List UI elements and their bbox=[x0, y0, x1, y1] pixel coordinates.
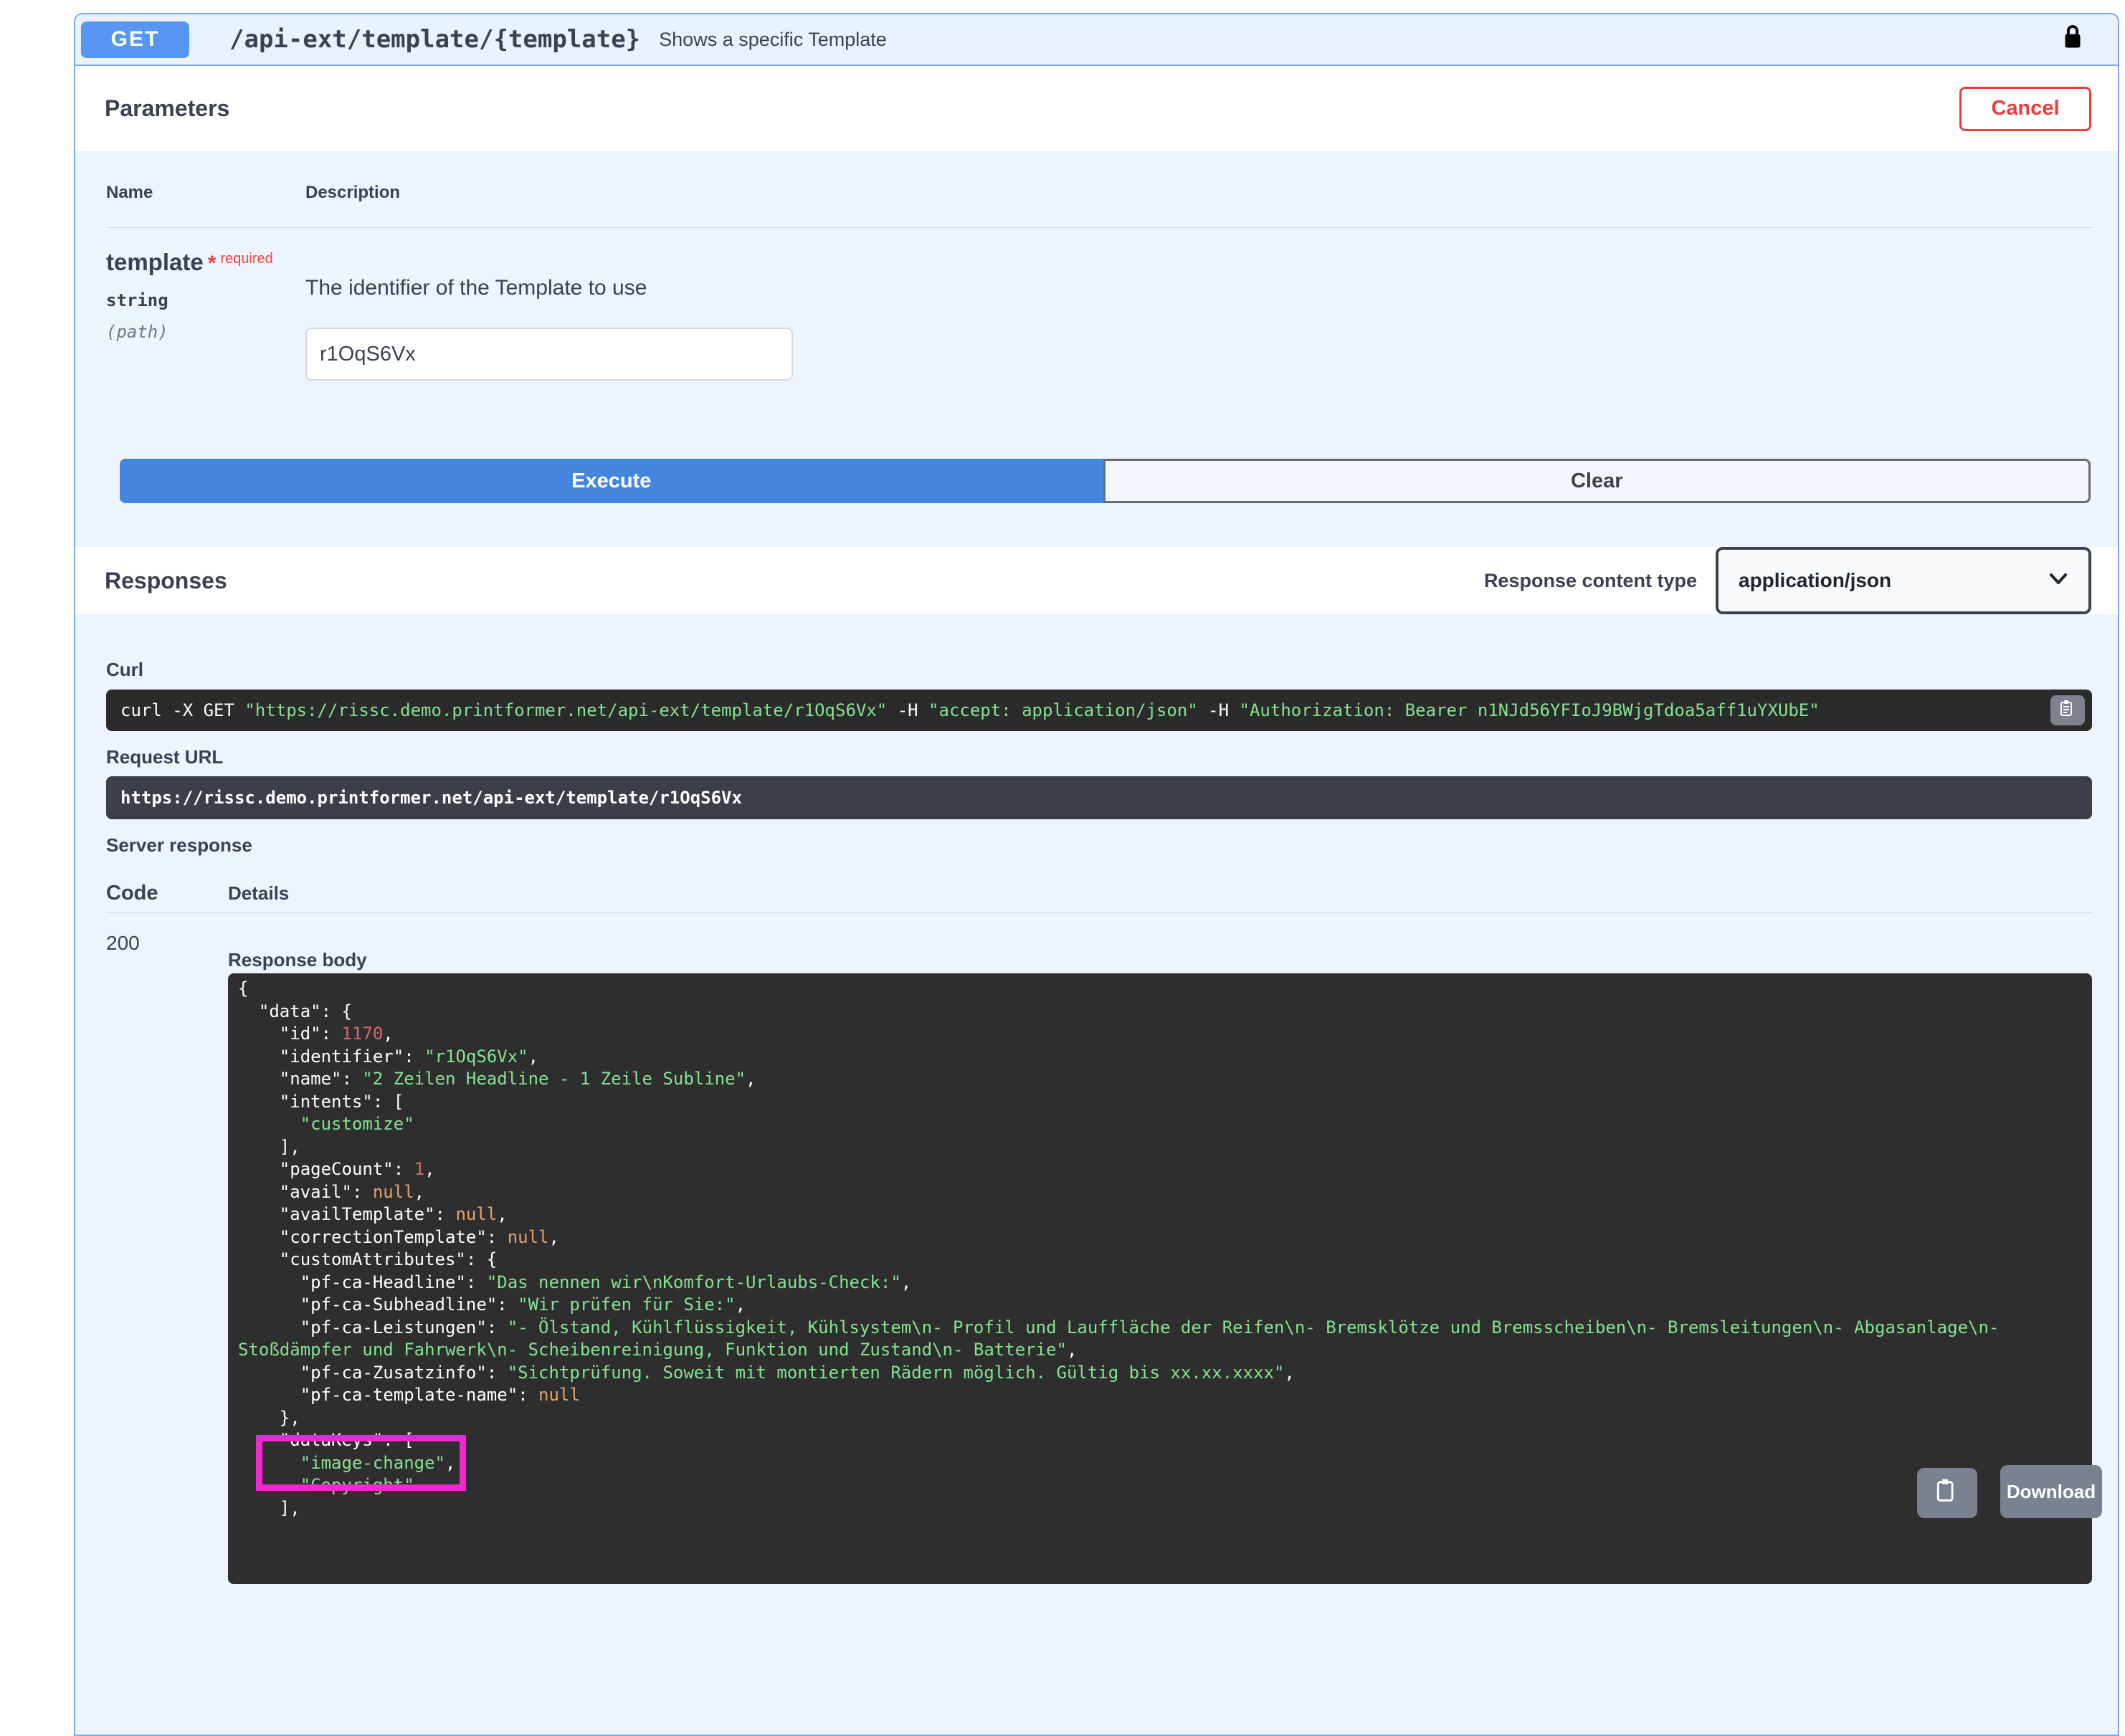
parameters-header-bar: Parameters Cancel bbox=[75, 66, 2118, 151]
param-name: template bbox=[106, 249, 204, 275]
authorize-button[interactable] bbox=[2062, 24, 2083, 56]
param-description: The identifier of the Template to use bbox=[305, 276, 2092, 300]
code-header: Code bbox=[106, 882, 228, 905]
server-response-label: Server response bbox=[106, 834, 2092, 856]
responses-header-bar: Responses Response content type applicat… bbox=[75, 547, 2118, 614]
curl-label: Curl bbox=[106, 659, 2092, 680]
name-header: Name bbox=[106, 183, 305, 203]
responses-content: Curl curl -X GET "https://rissc.demo.pri… bbox=[75, 614, 2118, 1584]
description-header: Description bbox=[305, 183, 400, 203]
clipboard-icon bbox=[1935, 1478, 1959, 1509]
response-download-button[interactable]: Download bbox=[2000, 1465, 2102, 1518]
request-url-label: Request URL bbox=[106, 746, 2092, 768]
parameters-table: Name Description template*required strin… bbox=[75, 151, 2118, 459]
execute-button[interactable]: Execute bbox=[120, 459, 1103, 503]
required-label: required bbox=[220, 251, 272, 267]
response-content-type-value: application/json bbox=[1739, 569, 1891, 592]
response-body-label: Response body bbox=[228, 949, 2092, 970]
parameter-row: template*required string (path) The iden… bbox=[106, 228, 2092, 459]
param-location: (path) bbox=[106, 322, 305, 342]
required-star: * bbox=[208, 252, 217, 275]
status-code: 200 bbox=[106, 932, 228, 1584]
cancel-button[interactable]: Cancel bbox=[1959, 87, 2091, 131]
parameters-title: Parameters bbox=[105, 95, 229, 122]
request-url-value: https://rissc.demo.printformer.net/api-e… bbox=[106, 776, 2092, 819]
curl-copy-button[interactable] bbox=[2050, 695, 2085, 725]
clipboard-icon bbox=[2059, 700, 2076, 722]
responses-title: Responses bbox=[105, 568, 227, 594]
response-content-type-label: Response content type bbox=[1484, 570, 1697, 592]
curl-command: curl -X GET "https://rissc.demo.printfor… bbox=[106, 690, 2092, 731]
template-input[interactable] bbox=[305, 328, 793, 381]
endpoint-path: /api-ext/template/{template} bbox=[229, 25, 640, 54]
response-body-code: { "data": { "id": 1170, "identifier": "r… bbox=[228, 973, 2092, 1584]
operation-summary-bar[interactable]: GET /api-ext/template/{template} Shows a… bbox=[75, 14, 2118, 66]
lock-icon bbox=[2062, 24, 2083, 56]
param-type: string bbox=[106, 290, 305, 310]
endpoint-summary: Shows a specific Template bbox=[659, 29, 887, 51]
clear-button[interactable]: Clear bbox=[1103, 459, 2091, 503]
response-body-container: { "data": { "id": 1170, "identifier": "r… bbox=[228, 973, 2092, 1584]
details-header: Details bbox=[228, 882, 289, 905]
chevron-down-icon bbox=[2048, 572, 2068, 590]
response-content-type-select[interactable]: application/json bbox=[1716, 547, 2091, 614]
method-badge: GET bbox=[81, 22, 189, 58]
response-copy-button[interactable] bbox=[1917, 1468, 1977, 1518]
execute-row: Execute Clear bbox=[120, 459, 2091, 503]
operation-panel: GET /api-ext/template/{template} Shows a… bbox=[74, 13, 2119, 1736]
